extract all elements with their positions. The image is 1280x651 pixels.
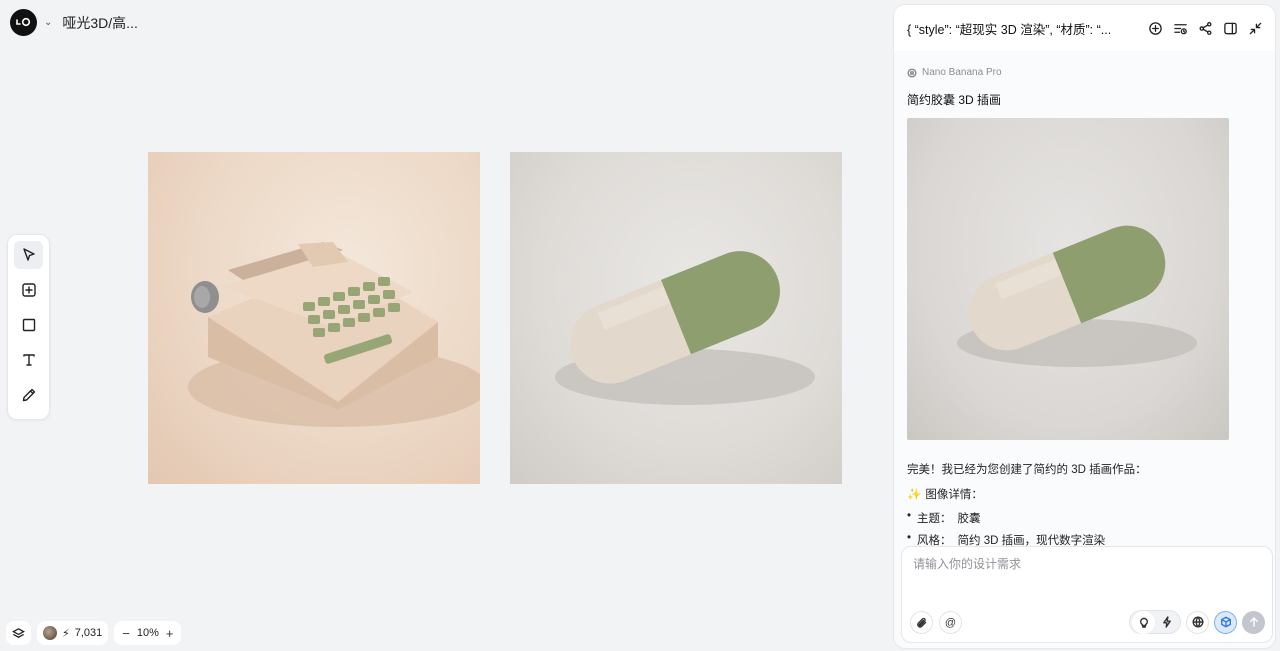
layers-button[interactable] (6, 621, 31, 645)
capsule-result-illustration (957, 225, 1197, 367)
zoom-in-button[interactable]: + (164, 626, 176, 641)
mention-button[interactable]: @ (939, 611, 962, 634)
cursor-icon (22, 248, 35, 261)
model-tag: Nano Banana Pro (907, 67, 1263, 78)
message-title: 简约胶囊 3D 插画 (907, 93, 1002, 107)
header-actions (1148, 21, 1263, 36)
cube-icon (1220, 616, 1231, 628)
idea-mode-button[interactable] (1132, 610, 1155, 634)
chat-title[interactable]: { “style”: “超现实 3D 渲染”, “材质”: “... (907, 19, 1148, 38)
zoom-control: − 10% + (114, 621, 182, 645)
credits-badge[interactable]: ⚡ 7,031 (37, 621, 109, 645)
text-icon (22, 354, 35, 366)
text-tool[interactable] (14, 346, 43, 374)
sidebar-toggle-icon[interactable] (1223, 21, 1238, 36)
sparkle-icon: ✨ (907, 489, 922, 502)
capsule-illustration (555, 251, 815, 405)
pen-tool[interactable] (14, 381, 43, 409)
attach-button[interactable] (910, 611, 933, 634)
input-left-actions: @ (910, 611, 962, 634)
add-frame-tool[interactable] (14, 276, 43, 304)
web-search-button[interactable] (1186, 610, 1209, 634)
3d-mode-button[interactable] (1214, 610, 1237, 634)
zoom-out-button[interactable]: − (120, 626, 132, 641)
history-icon[interactable] (1173, 21, 1188, 36)
model-name: Nano Banana Pro (922, 67, 1002, 78)
bolt-icon: ⚡ (62, 627, 70, 640)
model-icon (907, 67, 917, 78)
pen-icon (22, 388, 35, 402)
add-square-icon (21, 283, 36, 297)
tool-palette (7, 234, 50, 420)
reply-text: 完美！我已经为您创建了简约的 3D 插画作品： (907, 464, 1147, 476)
rectangle-tool[interactable] (14, 311, 43, 339)
select-tool[interactable] (14, 241, 43, 269)
assistant-message: Nano Banana Pro 简约胶囊 3D 插画 完美！我已经为您创建了简约… (907, 67, 1263, 554)
project-bar: ⌄ 哑光3D/高... (10, 9, 138, 36)
zoom-level[interactable]: 10% (137, 627, 159, 639)
app-logo[interactable] (10, 9, 37, 36)
chat-panel: { “style”: “超现实 3D 渲染”, “材质”: “... Nano … (893, 4, 1276, 649)
bolt-icon (1162, 616, 1171, 628)
fast-mode-button[interactable] (1155, 611, 1178, 634)
collapse-icon[interactable] (1248, 21, 1263, 36)
at-icon: @ (944, 616, 957, 629)
globe-icon (1191, 616, 1204, 628)
prompt-box: @ (901, 546, 1273, 643)
details-list: 主题： 胶囊 风格： 简约 3D 插画，现代数字渲染 (907, 510, 1263, 548)
lightbulb-icon (1139, 617, 1148, 628)
chevron-down-icon[interactable]: ⌄ (44, 17, 52, 28)
new-chat-icon[interactable] (1148, 21, 1163, 36)
typewriter-illustration (188, 242, 480, 427)
canvas-image-typewriter[interactable] (148, 152, 480, 484)
canvas-image-capsule[interactable] (510, 152, 842, 484)
square-icon (22, 318, 35, 332)
list-item: 主题： 胶囊 (907, 510, 1263, 526)
status-bar: ⚡ 7,031 − 10% + (6, 621, 182, 645)
credits-count: 7,031 (74, 627, 103, 639)
details-heading-text: 图像详情： (925, 489, 983, 502)
prompt-input[interactable] (913, 557, 1253, 571)
project-title[interactable]: 哑光3D/高... (62, 13, 137, 33)
detail-value: 胶囊 (957, 513, 981, 526)
input-right-actions (1129, 610, 1265, 634)
layers-icon (12, 627, 25, 638)
detail-key: 主题： (917, 513, 952, 526)
paperclip-icon (916, 617, 926, 628)
details-heading: ✨ 图像详情： (907, 486, 1263, 502)
panel-header: { “style”: “超现实 3D 渲染”, “材质”: “... (894, 5, 1275, 51)
avatar (43, 626, 57, 640)
share-icon[interactable] (1198, 21, 1213, 36)
send-button[interactable] (1242, 610, 1265, 634)
generated-image[interactable] (907, 118, 1229, 440)
mode-toggle (1129, 610, 1181, 634)
logo-mark-icon (16, 17, 31, 26)
arrow-up-icon (1249, 617, 1258, 627)
